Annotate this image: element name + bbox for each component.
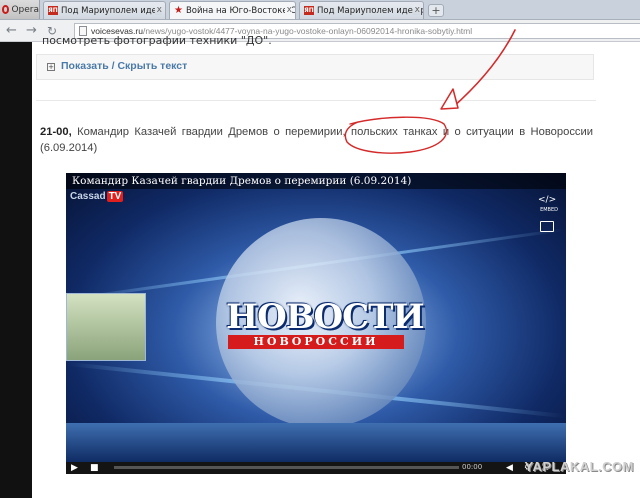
volume-icon[interactable]: ◀ [506,463,513,473]
tab-strip: Opera ЯП Под Мариуполем идет р x ★ Война… [0,0,640,20]
forward-arrow-icon[interactable]: → [26,23,37,39]
article-content: посмотреть фотографии техники "ДО". + По… [32,34,640,498]
stop-icon[interactable]: ■ [90,463,99,473]
studio-floor [66,423,566,463]
entry-text-before: Командир Казачей гвардии Дремов о переми… [71,126,352,138]
tab-close-icon[interactable]: x [154,5,162,15]
tab-yaplakal-1[interactable]: ЯП Под Мариуполем идет р x [43,1,166,19]
video-time: 00:00 [462,463,483,471]
news-entry: 21-00, Командир Казачей гвардии Дремов о… [40,124,593,156]
tab-title: Под Мариуполем идет р [317,5,423,16]
opera-menu-label: Opera [11,4,39,15]
video-controls: ▶ ■ 00:00 ◀ ⚙ ⛶ [66,462,566,474]
tab-close-icon[interactable]: x [284,5,292,15]
browser-window: Opera ЯП Под Мариуполем идет р x ★ Война… [0,0,640,498]
entry-highlight: польских танках [351,126,438,138]
tab-title: Война на Юго-Востоке С [185,5,295,16]
spoiler-label[interactable]: Показать / Скрыть текст [61,60,187,72]
opera-menu-button[interactable]: Opera [0,0,40,19]
watermark: YAPLAKAL.COM [524,459,634,474]
new-tab-button[interactable]: + [428,4,444,17]
channel-tv-badge: TV [106,191,124,202]
share-icon[interactable] [540,221,554,232]
channel-logo: Cassad TV [70,191,124,202]
page-background-strip [0,42,32,498]
channel-name: Cassad [70,191,106,202]
tab-voicesevas[interactable]: ★ Война на Юго-Востоке С x [169,1,296,19]
tab-yaplakal-2[interactable]: ЯП Под Мариуполем идет р x [299,1,424,19]
video-title[interactable]: Командир Казачей гвардии Дремов о переми… [66,173,566,189]
news-logo-title: НОВОСТИ [226,297,425,337]
play-icon[interactable]: ▶ [71,463,78,473]
video-progress-bar[interactable] [114,466,459,469]
yaplakal-favicon-icon: ЯП [48,6,58,15]
video-side-photo [66,293,146,361]
expand-icon: + [47,63,55,71]
divider [36,100,596,101]
article-cut-line: посмотреть фотографии техники "ДО". [42,34,272,47]
video-player[interactable]: НОВОСТИ НОВОРОССИИ Командир Казачей гвар… [66,173,566,474]
opera-logo-icon [2,5,10,14]
embed-label: EMBED [540,207,558,213]
tab-title: Под Мариуполем идет р [61,5,165,16]
entry-time: 21-00, [40,126,72,138]
star-favicon-icon: ★ [174,5,183,16]
news-logo-subtitle: НОВОРОССИИ [228,335,404,349]
back-arrow-icon[interactable]: ← [6,23,17,39]
tab-close-icon[interactable]: x [412,5,420,15]
spoiler-toggle[interactable]: + Показать / Скрыть текст [36,54,594,80]
embed-icon[interactable]: </> [538,195,556,207]
yaplakal-favicon-icon: ЯП [304,6,314,15]
